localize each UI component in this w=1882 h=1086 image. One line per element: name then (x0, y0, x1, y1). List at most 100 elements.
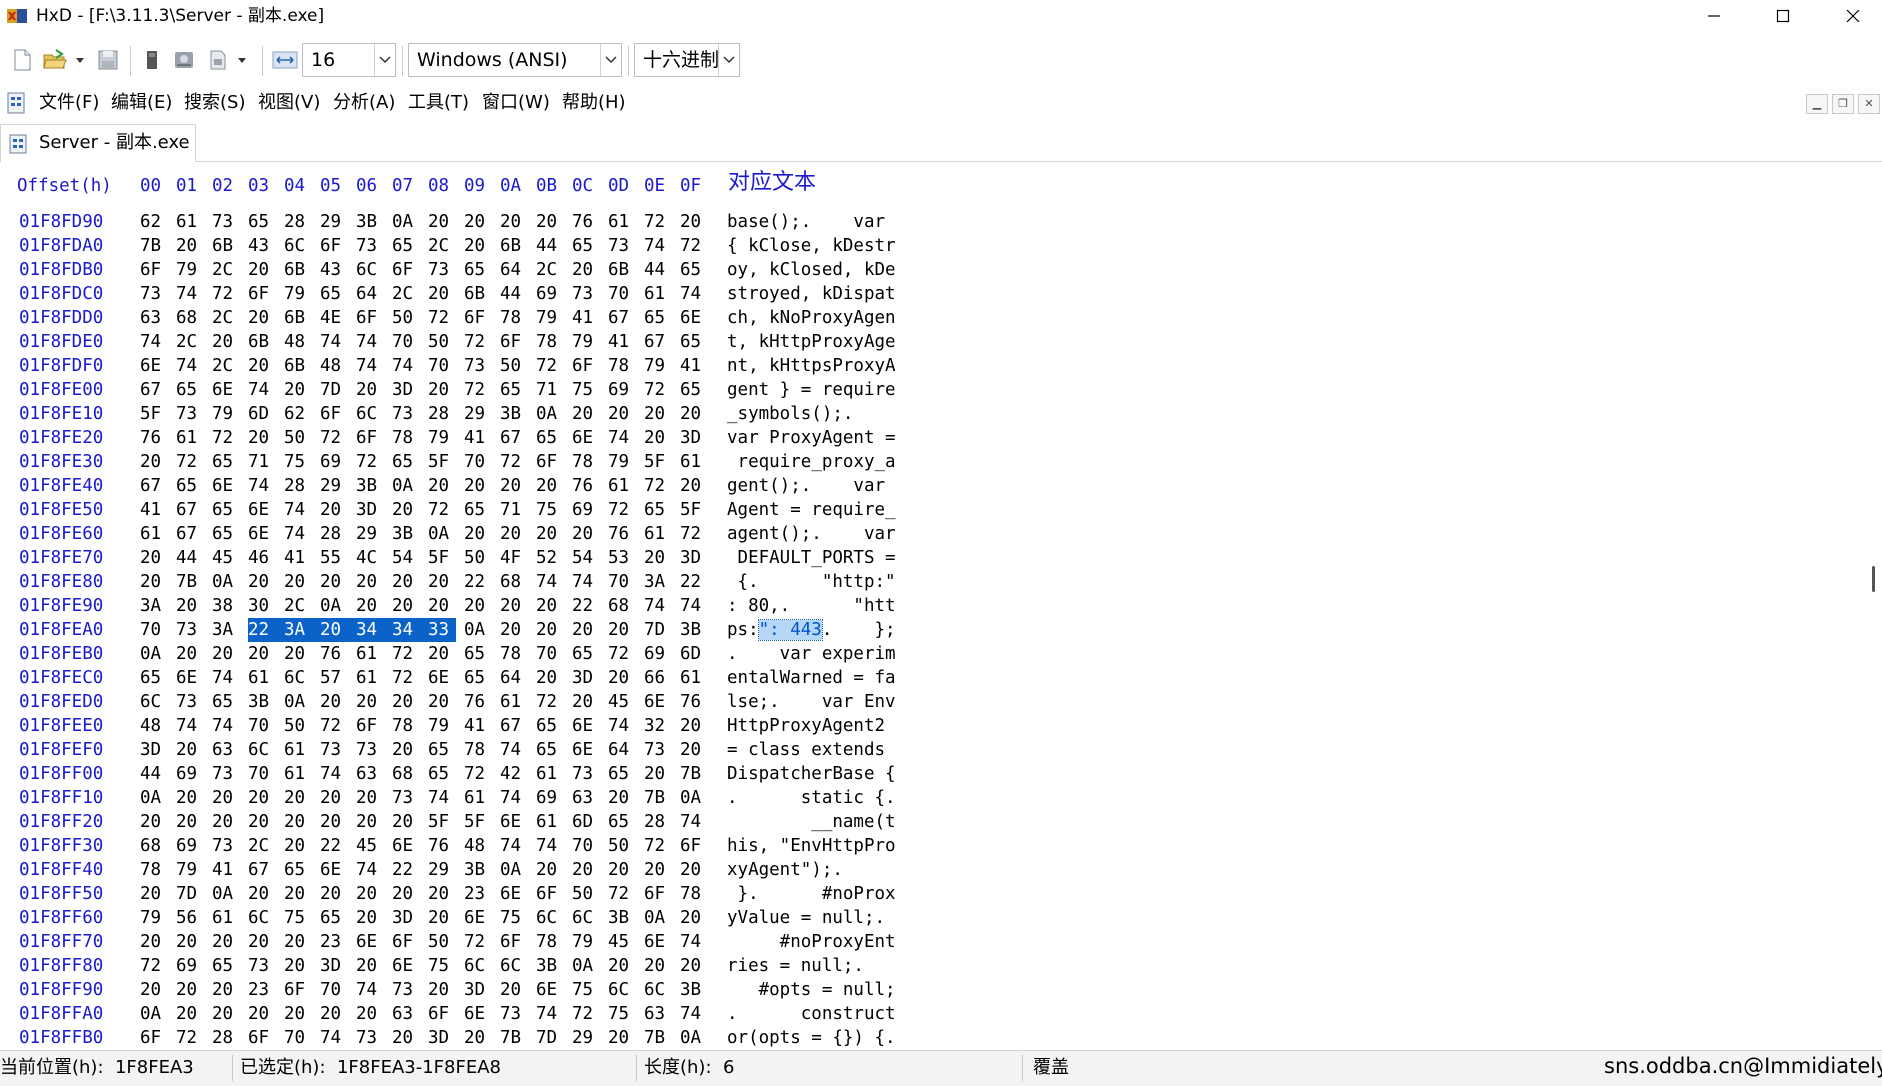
hex-byte[interactable]: 50 (464, 546, 494, 570)
hex-byte[interactable]: 2C (284, 594, 314, 618)
hex-byte[interactable]: 74 (536, 1002, 566, 1026)
hex-byte[interactable]: 20 (392, 570, 422, 594)
row-text[interactable]: __name(t (727, 810, 895, 834)
hex-byte[interactable]: 20 (500, 618, 530, 642)
hex-byte[interactable]: 20 (464, 594, 494, 618)
row-text[interactable]: require_proxy_a (727, 450, 896, 474)
hex-byte[interactable]: 6E (500, 882, 530, 906)
hex-byte[interactable]: 6B (500, 234, 530, 258)
hex-byte[interactable]: 74 (356, 354, 386, 378)
hex-byte[interactable]: 73 (176, 402, 206, 426)
hex-byte[interactable]: 6E (572, 426, 602, 450)
hex-byte[interactable]: 69 (536, 786, 566, 810)
minimize-button[interactable] (1679, 0, 1749, 32)
hex-byte[interactable]: 44 (140, 762, 170, 786)
hex-byte[interactable]: 74 (284, 498, 314, 522)
hex-byte[interactable]: 61 (284, 762, 314, 786)
hex-byte[interactable]: 74 (176, 354, 206, 378)
hex-byte[interactable]: 72 (392, 642, 422, 666)
hex-byte[interactable]: 61 (644, 282, 674, 306)
hex-byte[interactable]: 6F (320, 234, 350, 258)
hex-byte[interactable]: 20 (428, 642, 458, 666)
hex-byte[interactable]: 20 (428, 882, 458, 906)
hex-byte[interactable]: 5F (644, 450, 674, 474)
hex-byte[interactable]: 6C (248, 738, 278, 762)
hex-byte[interactable]: 67 (500, 714, 530, 738)
hex-byte[interactable]: 20 (356, 690, 386, 714)
hex-byte[interactable]: 6F (536, 450, 566, 474)
hex-byte[interactable]: 64 (500, 258, 530, 282)
hex-byte[interactable]: 6C (248, 906, 278, 930)
hex-byte[interactable]: 74 (320, 1026, 350, 1050)
hex-byte[interactable]: 72 (356, 450, 386, 474)
hex-byte[interactable]: 74 (356, 978, 386, 1002)
hex-byte[interactable]: 7B (500, 1026, 530, 1050)
hex-byte[interactable]: 0A (212, 570, 242, 594)
row-text[interactable]: var ProxyAgent = (727, 426, 896, 450)
hex-byte[interactable]: 65 (464, 258, 494, 282)
hex-byte[interactable]: 73 (320, 738, 350, 762)
save-icon[interactable] (96, 48, 120, 72)
hex-byte[interactable]: 63 (572, 786, 602, 810)
selected-hex-byte[interactable]: 33 (428, 618, 456, 642)
hex-byte[interactable]: 65 (284, 858, 314, 882)
hex-byte[interactable]: 20 (536, 594, 566, 618)
hex-byte[interactable]: 76 (608, 522, 638, 546)
hex-byte[interactable]: 20 (572, 402, 602, 426)
hex-byte[interactable]: 50 (428, 330, 458, 354)
hex-byte[interactable]: 20 (464, 210, 494, 234)
hex-byte[interactable]: 65 (392, 450, 422, 474)
hex-byte[interactable]: 20 (536, 522, 566, 546)
hex-byte[interactable]: 41 (464, 426, 494, 450)
hex-byte[interactable]: 74 (680, 930, 710, 954)
hex-byte[interactable]: 20 (680, 738, 710, 762)
hex-byte[interactable]: 0A (644, 906, 674, 930)
mdi-restore-button[interactable]: ❐ (1832, 94, 1854, 114)
hex-byte[interactable]: 65 (572, 234, 602, 258)
hex-byte[interactable]: 45 (608, 930, 638, 954)
hex-byte[interactable]: 7B (644, 1026, 674, 1050)
hex-byte[interactable]: 63 (356, 762, 386, 786)
hex-byte[interactable]: 3D (680, 426, 710, 450)
hex-byte[interactable]: 72 (464, 378, 494, 402)
hex-byte[interactable]: 72 (680, 522, 710, 546)
hex-byte[interactable]: 5F (428, 450, 458, 474)
hex-byte[interactable]: 20 (608, 618, 638, 642)
hex-byte[interactable]: 20 (464, 474, 494, 498)
document-icon[interactable] (6, 92, 26, 114)
selected-hex-byte[interactable]: 20 (320, 618, 356, 642)
hex-byte[interactable]: 66 (644, 666, 674, 690)
hex-byte[interactable]: 0A (140, 1002, 170, 1026)
row-text[interactable]: . construct (727, 1002, 896, 1026)
hex-byte[interactable]: 65 (536, 426, 566, 450)
menu-tools[interactable]: 工具(T) (408, 92, 469, 114)
hex-byte[interactable]: 28 (212, 1026, 242, 1050)
hex-byte[interactable]: 65 (428, 762, 458, 786)
hex-byte[interactable]: 20 (320, 882, 350, 906)
hex-byte[interactable]: 76 (428, 834, 458, 858)
hex-byte[interactable]: 56 (176, 906, 206, 930)
hex-byte[interactable]: 3B (464, 858, 494, 882)
hex-byte[interactable]: 69 (572, 498, 602, 522)
hex-byte[interactable]: 6E (428, 666, 458, 690)
hex-byte[interactable]: 6E (500, 810, 530, 834)
hex-byte[interactable]: 20 (680, 474, 710, 498)
hex-byte[interactable]: 6F (392, 258, 422, 282)
hex-byte[interactable]: 0A (284, 690, 314, 714)
hex-byte[interactable]: 28 (320, 522, 350, 546)
hex-byte[interactable]: 73 (176, 618, 206, 642)
hex-byte[interactable]: 20 (608, 786, 638, 810)
hex-byte[interactable]: 6F (356, 426, 386, 450)
hex-byte[interactable]: 3B (680, 978, 710, 1002)
hex-byte[interactable]: 20 (536, 666, 566, 690)
hex-byte[interactable]: 69 (176, 954, 206, 978)
hex-byte[interactable]: 62 (140, 210, 170, 234)
hex-byte[interactable]: 20 (644, 762, 674, 786)
hex-byte[interactable]: 72 (536, 354, 566, 378)
hex-byte[interactable]: 5F (428, 810, 458, 834)
menu-help[interactable]: 帮助(H) (562, 92, 626, 114)
hex-byte[interactable]: 20 (140, 570, 170, 594)
row-text[interactable]: stroyed, kDispat (727, 282, 896, 306)
hex-byte[interactable]: 20 (140, 450, 170, 474)
hex-byte[interactable]: 67 (248, 858, 278, 882)
